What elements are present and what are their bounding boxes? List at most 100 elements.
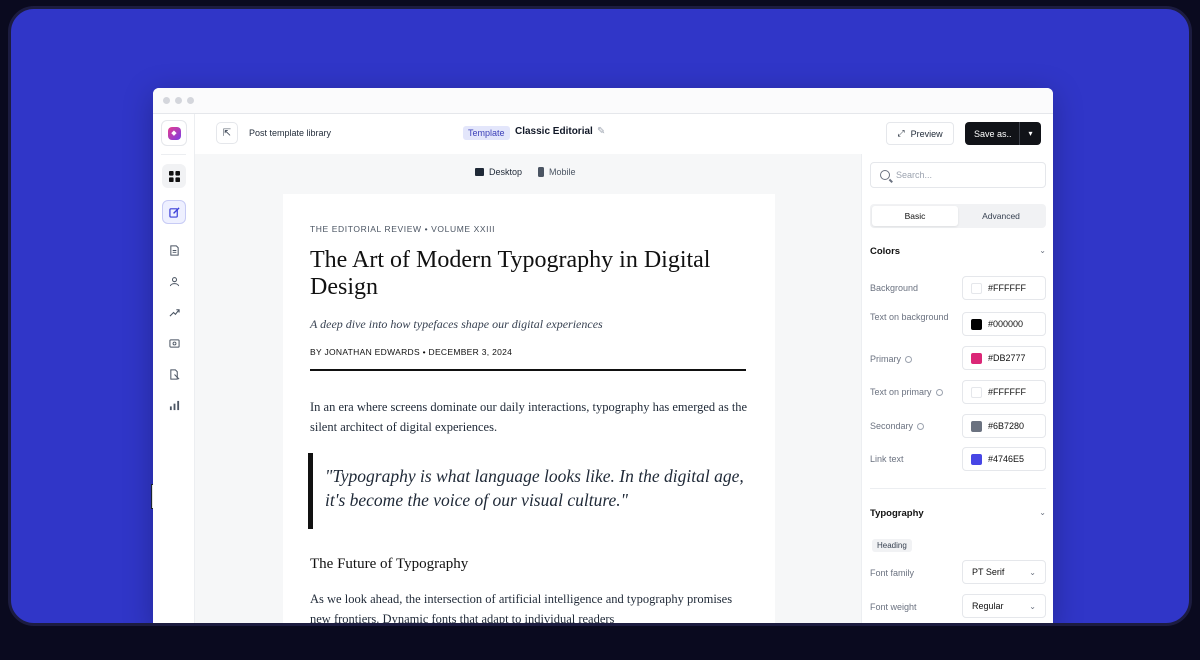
users-icon	[169, 276, 179, 286]
image-icon	[168, 338, 180, 348]
logo-icon: ◆	[167, 126, 181, 140]
color-label-background: Background	[870, 283, 919, 293]
chevron-down-icon: ⌄	[1039, 508, 1046, 517]
font-weight-select[interactable]: Regular ⌄	[962, 594, 1046, 618]
color-field-link-text[interactable]: #4746E5	[962, 447, 1046, 471]
rail-item-design[interactable]	[162, 362, 186, 386]
rail-item-analytics[interactable]	[162, 393, 186, 417]
template-badge: Template	[463, 126, 510, 140]
color-field-text-on-primary[interactable]: #FFFFFF	[962, 380, 1046, 404]
color-value: #4746E5	[988, 454, 1025, 464]
rail-item-editor[interactable]	[162, 200, 186, 224]
color-value: #DB2777	[988, 353, 1026, 363]
back-button[interactable]: ⇱	[216, 122, 238, 144]
template-name: Classic Editorial	[515, 126, 593, 137]
device-mobile-label: Mobile	[549, 167, 576, 177]
breadcrumb[interactable]: Post template library	[249, 128, 331, 138]
info-icon[interactable]	[917, 423, 925, 431]
article-rule	[310, 369, 746, 371]
article-paragraph: In an era where screens dominate our dai…	[310, 400, 748, 434]
color-swatch[interactable]	[971, 282, 982, 294]
desktop-icon	[475, 168, 484, 176]
files-icon	[169, 368, 179, 380]
tab-basic[interactable]: Basic	[872, 206, 958, 226]
font-weight-label: Font weight	[870, 602, 917, 612]
color-swatch[interactable]	[971, 318, 982, 330]
color-swatch[interactable]	[971, 352, 982, 364]
edit-name-icon[interactable]: ✎	[597, 126, 605, 137]
color-label-link-text: Link text	[870, 454, 904, 464]
grid-icon	[168, 170, 180, 182]
rail-item-posts[interactable]	[162, 238, 186, 262]
font-family-select[interactable]: PT Serif ⌄	[962, 560, 1046, 584]
font-family-label: Font family	[870, 568, 915, 578]
info-icon[interactable]	[935, 389, 943, 397]
article-headline: The Art of Modern Typography in Digital …	[310, 247, 711, 300]
color-label-primary-text: Primary	[870, 354, 901, 364]
save-as-button[interactable]: Save as.. ▾	[965, 122, 1041, 145]
rail-item-audience[interactable]	[162, 269, 186, 293]
preview-button[interactable]: ⤢ Preview	[886, 122, 954, 145]
title-bar	[153, 88, 1053, 114]
color-swatch[interactable]	[971, 453, 982, 465]
search-placeholder: Search...	[896, 170, 933, 180]
article-byline: BY JONATHAN EDWARDS • DECEMBER 3, 2024	[310, 347, 513, 357]
chart-icon	[169, 400, 179, 410]
color-field-background[interactable]: #FFFFFF	[962, 276, 1046, 300]
edit-icon	[168, 206, 180, 218]
device-desktop[interactable]: Desktop	[475, 167, 522, 177]
color-label-text-on-primary-text: Text on primary	[870, 387, 932, 397]
rail-item-monetize[interactable]	[162, 331, 186, 355]
color-label-secondary-text: Secondary	[870, 421, 914, 431]
window-dot-minimize[interactable]	[175, 97, 182, 104]
expand-icon: ⤢	[897, 128, 905, 138]
preview-label: Preview	[910, 128, 943, 139]
heading-chip: Heading	[872, 539, 912, 552]
rail-item-growth[interactable]	[162, 300, 186, 324]
color-swatch[interactable]	[971, 420, 982, 432]
color-label-text-on-primary: Text on primary	[870, 385, 943, 399]
window-dot-close[interactable]	[163, 97, 170, 104]
chevron-down-icon: ⌄	[1029, 601, 1036, 611]
window-dot-maximize[interactable]	[187, 97, 194, 104]
app-logo[interactable]: ◆	[161, 120, 187, 146]
rail-divider	[161, 154, 186, 155]
device-desktop-label: Desktop	[489, 167, 523, 177]
article-preview: THE EDITORIAL REVIEW • VOLUME XXIII The …	[283, 194, 775, 626]
mobile-icon	[538, 167, 545, 177]
font-family-value: PT Serif	[972, 567, 1005, 577]
trend-icon	[169, 308, 180, 317]
search-icon	[880, 170, 890, 180]
settings-search-input[interactable]: Search...	[870, 162, 1046, 188]
tab-advanced[interactable]: Advanced	[958, 206, 1044, 226]
rail-item-dashboard[interactable]	[162, 164, 186, 188]
info-icon[interactable]	[905, 356, 912, 364]
settings-panel: Search... Basic Advanced Colors ⌄ Backgr…	[861, 154, 1053, 623]
typography-section-header[interactable]: Typography ⌄	[870, 508, 1046, 519]
color-field-secondary[interactable]: #6B7280	[962, 414, 1046, 438]
color-value: #6B7280	[988, 421, 1025, 431]
app-window: ◆ ⇱ Post template library Template Class…	[153, 88, 1053, 626]
color-field-text-on-background[interactable]: #000000	[962, 312, 1046, 336]
color-value: #000000	[988, 319, 1024, 329]
icon-rail: ◆	[153, 114, 195, 623]
arrow-up-left-icon: ⇱	[222, 127, 232, 139]
color-value: #FFFFFF	[988, 387, 1026, 397]
color-label-primary: Primary	[870, 352, 912, 366]
article-paragraph-2: As we look ahead, the intersection of ar…	[310, 592, 733, 626]
preview-canvas: Desktop Mobile THE EDITORIAL REVIEW • VO…	[195, 154, 861, 626]
save-as-label: Save as..	[974, 128, 1012, 139]
device-mobile[interactable]: Mobile	[538, 167, 576, 177]
color-label-text-on-background: Text on background	[870, 312, 949, 322]
color-label-secondary: Secondary	[870, 419, 925, 433]
colors-title: Colors	[870, 246, 901, 257]
color-swatch[interactable]	[971, 386, 982, 398]
top-bar: ⇱ Post template library Template Classic…	[195, 114, 1053, 154]
section-divider	[870, 488, 1046, 489]
chevron-down-icon[interactable]: ▾	[1019, 122, 1041, 145]
colors-section-header[interactable]: Colors ⌄	[870, 246, 1046, 257]
color-field-primary[interactable]: #DB2777	[962, 346, 1046, 370]
chevron-down-icon: ⌄	[1029, 567, 1036, 577]
document-icon	[169, 244, 179, 256]
stage-background: ▫ ◆	[8, 6, 1192, 626]
